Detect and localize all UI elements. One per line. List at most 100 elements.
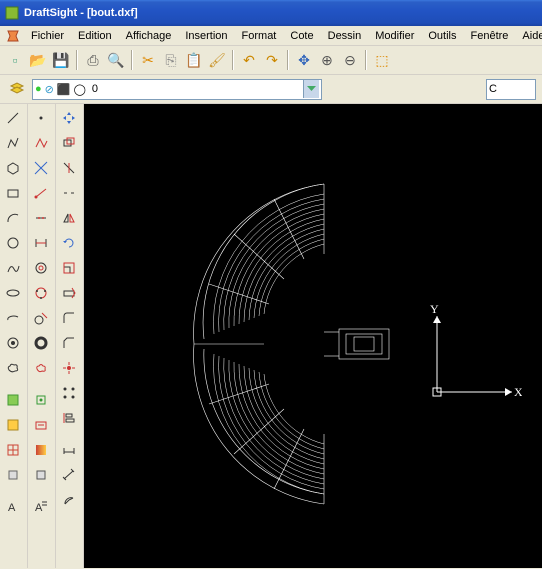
line-icon[interactable]	[2, 107, 24, 129]
layer-lock-icon: ⬛	[57, 83, 71, 96]
tangent-icon[interactable]	[30, 307, 52, 329]
paint-icon[interactable]: 🖌	[206, 49, 228, 71]
align-icon[interactable]	[58, 407, 80, 429]
boundary-icon[interactable]	[30, 464, 52, 486]
rotate-icon[interactable]	[58, 232, 80, 254]
explode-icon[interactable]	[58, 357, 80, 379]
block-icon[interactable]	[2, 389, 24, 411]
menu-edition[interactable]: Edition	[71, 28, 119, 44]
dim1-icon[interactable]	[58, 439, 80, 461]
menu-format[interactable]: Format	[235, 28, 284, 44]
region-icon[interactable]	[2, 464, 24, 486]
undo-icon[interactable]: ↶	[238, 49, 260, 71]
layer-link-icon: ⊘	[45, 83, 54, 96]
cut-icon[interactable]: ✂	[137, 49, 159, 71]
zoom-in-icon[interactable]: ⊕	[316, 49, 338, 71]
new-icon[interactable]: ▫	[4, 49, 26, 71]
chevron-down-icon[interactable]	[303, 80, 319, 98]
insert-icon[interactable]	[30, 389, 52, 411]
menu-modifier[interactable]: Modifier	[368, 28, 421, 44]
stretch-icon[interactable]	[58, 282, 80, 304]
move-icon[interactable]	[58, 107, 80, 129]
menu-fenetre[interactable]: Fenêtre	[464, 28, 516, 44]
redo-icon[interactable]: ↷	[261, 49, 283, 71]
offset-icon[interactable]	[58, 132, 80, 154]
block2-icon[interactable]	[2, 414, 24, 436]
donut-icon[interactable]	[2, 332, 24, 354]
axis-y-label: Y	[430, 304, 439, 316]
fillet-icon[interactable]	[58, 307, 80, 329]
spline-icon[interactable]	[2, 257, 24, 279]
color-label: C	[489, 83, 497, 95]
toolbar-draw-1: A	[0, 104, 28, 568]
menu-fichier[interactable]: Fichier	[24, 28, 71, 44]
trim-icon[interactable]	[58, 157, 80, 179]
title-bar: DraftSight - [bout.dxf]	[0, 0, 542, 26]
toolbar-main: ▫📂💾 ⎙🔍 ✂⎘📋🖌 ↶↷ ✥⊕⊖ ⬚	[0, 46, 542, 75]
dim3-icon[interactable]	[58, 489, 80, 511]
mdi-icon[interactable]	[5, 28, 21, 44]
app-icon	[4, 5, 20, 21]
circle-icon[interactable]	[2, 232, 24, 254]
paste-icon[interactable]: 📋	[183, 49, 205, 71]
zoom-out-icon[interactable]: ⊖	[339, 49, 361, 71]
polyline-icon[interactable]	[2, 132, 24, 154]
menu-bar: Fichier Edition Affichage Insertion Form…	[0, 26, 542, 46]
array-icon[interactable]	[58, 382, 80, 404]
save-icon[interactable]: 💾	[50, 49, 72, 71]
point-icon[interactable]	[30, 107, 52, 129]
menu-insertion[interactable]: Insertion	[178, 28, 234, 44]
open-icon[interactable]: 📂	[27, 49, 49, 71]
menu-aide[interactable]: Aide	[515, 28, 542, 44]
copy-icon[interactable]: ⎘	[160, 49, 182, 71]
svg-text:A: A	[8, 502, 16, 514]
chamfer-icon[interactable]	[58, 332, 80, 354]
revcloud-icon[interactable]	[30, 357, 52, 379]
scale-icon[interactable]	[58, 257, 80, 279]
mirror-icon[interactable]	[58, 207, 80, 229]
text-icon[interactable]: A	[2, 496, 24, 518]
circ3-icon[interactable]	[30, 282, 52, 304]
ellarc-icon[interactable]	[2, 307, 24, 329]
pan-icon[interactable]: ✥	[293, 49, 315, 71]
circ2-icon[interactable]	[30, 257, 52, 279]
attach-icon[interactable]	[30, 414, 52, 436]
dim2-icon[interactable]	[58, 464, 80, 486]
window-title: DraftSight - [bout.dxf]	[24, 7, 138, 19]
gradient-icon[interactable]	[30, 439, 52, 461]
layer-manager-icon[interactable]	[6, 78, 28, 100]
print-icon[interactable]: ⎙	[82, 49, 104, 71]
ellipse-icon[interactable]	[2, 282, 24, 304]
toolbar-properties: ● ⊘ ⬛ ◯ 0 C	[0, 75, 542, 104]
rect-icon[interactable]	[2, 182, 24, 204]
pline2-icon[interactable]	[30, 132, 52, 154]
polygon-icon[interactable]	[2, 157, 24, 179]
svg-text:A: A	[35, 502, 43, 514]
menu-affichage[interactable]: Affichage	[119, 28, 179, 44]
arc-icon[interactable]	[2, 207, 24, 229]
ring-icon[interactable]	[30, 332, 52, 354]
xline-icon[interactable]	[30, 157, 52, 179]
layer-name: 0	[89, 83, 300, 95]
layer-dropdown[interactable]: ● ⊘ ⬛ ◯ 0	[32, 79, 322, 100]
menu-cote[interactable]: Cote	[283, 28, 320, 44]
measure-icon[interactable]	[30, 232, 52, 254]
ucs-icon[interactable]: ⬚	[371, 49, 393, 71]
mtext-icon[interactable]: A	[30, 496, 52, 518]
drawing-canvas[interactable]: X Y	[84, 104, 542, 568]
menu-outils[interactable]: Outils	[421, 28, 463, 44]
work-area: A A	[0, 104, 542, 568]
axis-x-label: X	[514, 385, 522, 399]
ucs-axis: X Y	[422, 304, 522, 414]
ray-icon[interactable]	[30, 182, 52, 204]
color-dropdown[interactable]: C	[486, 79, 536, 100]
divide-icon[interactable]	[30, 207, 52, 229]
toolbar-modify	[56, 104, 84, 568]
cloud-icon[interactable]	[2, 357, 24, 379]
layer-on-icon: ●	[35, 83, 42, 95]
toolbar-draw-2: A	[28, 104, 56, 568]
preview-icon[interactable]: 🔍	[105, 49, 127, 71]
break-icon[interactable]	[58, 182, 80, 204]
hatch-icon[interactable]	[2, 439, 24, 461]
menu-dessin[interactable]: Dessin	[321, 28, 369, 44]
